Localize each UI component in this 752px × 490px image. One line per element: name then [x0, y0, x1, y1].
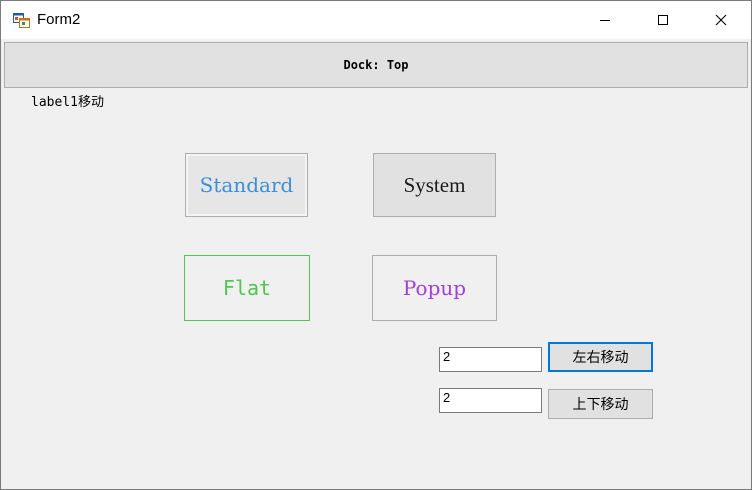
close-button[interactable]: [692, 1, 750, 39]
horizontal-step-input[interactable]: 2: [439, 347, 542, 372]
move-left-right-button[interactable]: 左右移动: [548, 342, 653, 372]
label1: label1移动: [31, 95, 104, 110]
winforms-app-icon: [13, 11, 30, 28]
minimize-icon: [599, 11, 611, 30]
close-icon: [715, 11, 727, 30]
move-up-down-button[interactable]: 上下移动: [548, 389, 653, 419]
flat-button[interactable]: Flat: [184, 255, 310, 321]
popup-button[interactable]: Popup: [372, 255, 497, 321]
system-button[interactable]: System: [373, 153, 496, 217]
dock-top-panel: Dock: Top: [4, 42, 748, 88]
standard-button[interactable]: Standard: [185, 153, 308, 217]
vertical-step-input[interactable]: 2: [439, 388, 542, 413]
maximize-icon: [657, 11, 669, 30]
window-title: Form2: [37, 11, 81, 28]
minimize-button[interactable]: [576, 1, 634, 39]
title-bar[interactable]: Form2: [1, 1, 751, 39]
maximize-button[interactable]: [634, 1, 692, 39]
form2-window: Form2 Dock: Top label1移动 Standard System…: [0, 0, 752, 490]
